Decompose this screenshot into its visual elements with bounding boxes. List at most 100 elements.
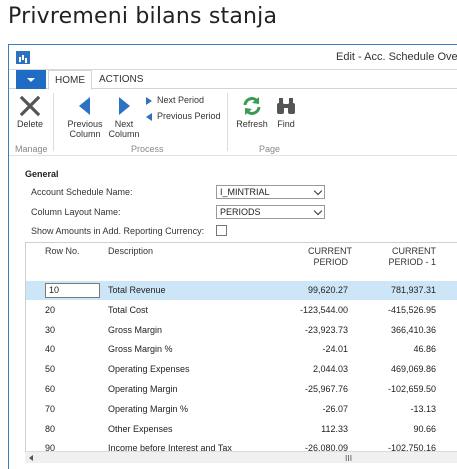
show-amounts-label: Show Amounts in Add. Reporting Currency: bbox=[31, 226, 205, 236]
ribbon-divider bbox=[53, 93, 54, 151]
cell-current-period-1[interactable]: 90.66 bbox=[366, 424, 436, 434]
refresh-icon bbox=[243, 97, 261, 115]
group-label-manage: Manage bbox=[15, 144, 48, 154]
cell-row-no[interactable]: 70 bbox=[45, 404, 55, 414]
table-row[interactable]: 20 Total Cost -123,544.00 -415,526.95 bbox=[26, 301, 457, 320]
header-current-period-line2: PERIOD bbox=[313, 257, 348, 267]
table-row[interactable]: 10 Total Revenue 99,620.27 781,937.31 bbox=[26, 281, 457, 300]
app-icon bbox=[16, 51, 30, 64]
table-row[interactable]: 40 Gross Margin % -24.01 46.86 bbox=[26, 340, 457, 359]
arrow-right-icon bbox=[119, 97, 130, 115]
group-label-page: Page bbox=[259, 144, 281, 154]
content-area: General Account Schedule Name: I_MINTRIA… bbox=[9, 158, 457, 469]
header-current-period-line1: CURRENT bbox=[308, 246, 352, 256]
next-period-label: Next Period bbox=[157, 95, 205, 105]
header-description[interactable]: Description bbox=[108, 246, 153, 257]
cell-description: Operating Margin bbox=[108, 384, 178, 394]
cell-current-period[interactable]: 112.33 bbox=[278, 424, 348, 434]
table-row[interactable]: 80 Other Expenses 112.33 90.66 bbox=[26, 420, 457, 439]
column-layout-name-select[interactable]: PERIODS bbox=[216, 205, 325, 219]
refresh-label: Refresh bbox=[236, 119, 268, 129]
find-label: Find bbox=[277, 119, 295, 129]
grid-header: Row No. Description CURRENT PERIOD CURRE… bbox=[26, 243, 457, 281]
header-row-no[interactable]: Row No. bbox=[45, 246, 80, 257]
window-title: Edit - Acc. Schedule Overview bbox=[336, 51, 457, 63]
chevron-down-icon bbox=[313, 206, 323, 216]
horizontal-scrollbar[interactable]: III bbox=[25, 451, 457, 463]
column-layout-name-label: Column Layout Name: bbox=[31, 207, 121, 217]
account-schedule-name-value: I_MINTRIAL bbox=[220, 187, 270, 197]
scroll-left-icon[interactable] bbox=[29, 455, 33, 461]
cell-row-no[interactable]: 80 bbox=[45, 424, 55, 434]
page-title: Privremeni bilans stanja bbox=[8, 4, 278, 29]
cell-description: Total Cost bbox=[108, 304, 149, 315]
section-general: General bbox=[25, 169, 59, 179]
schedule-grid: Row No. Description CURRENT PERIOD CURRE… bbox=[25, 242, 457, 462]
cell-row-no[interactable]: 40 bbox=[45, 344, 55, 354]
cell-current-period-1[interactable]: 469,069.86 bbox=[366, 364, 436, 374]
cell-description: Total Revenue bbox=[108, 285, 166, 295]
previous-period-label: Previous Period bbox=[157, 111, 221, 121]
header-current-period-1-line1: CURRENT bbox=[392, 246, 436, 256]
cell-current-period-1[interactable]: -102,659.50 bbox=[366, 384, 436, 394]
table-row[interactable]: 70 Operating Margin % -26.07 -13.13 bbox=[26, 400, 457, 419]
cell-row-no[interactable]: 10 bbox=[45, 283, 100, 298]
tab-home[interactable]: HOME bbox=[48, 70, 92, 90]
previous-column-button[interactable]: Previous Column bbox=[65, 95, 105, 139]
chevron-down-icon bbox=[313, 186, 323, 196]
cell-row-no[interactable]: 60 bbox=[45, 384, 55, 394]
cell-current-period-1[interactable]: -415,526.95 bbox=[366, 305, 436, 315]
page: Privremeni bilans stanja Edit - Acc. Sch… bbox=[0, 0, 457, 469]
cell-description: Other Expenses bbox=[108, 423, 173, 434]
previous-column-label: Previous Column bbox=[67, 119, 103, 139]
small-arrow-right-icon bbox=[146, 96, 152, 105]
cell-current-period-1[interactable]: 366,410.36 bbox=[366, 325, 436, 335]
scroll-thumb[interactable]: III bbox=[345, 454, 352, 463]
show-amounts-checkbox[interactable] bbox=[216, 225, 227, 236]
column-layout-name-value: PERIODS bbox=[220, 207, 261, 217]
header-current-period[interactable]: CURRENT PERIOD bbox=[308, 246, 352, 268]
small-arrow-left-icon bbox=[146, 112, 152, 121]
cell-current-period-1[interactable]: -13.13 bbox=[366, 404, 436, 414]
previous-period-button[interactable]: Previous Period bbox=[146, 111, 221, 121]
next-column-label: Next Column bbox=[108, 119, 140, 139]
title-bar: Edit - Acc. Schedule Overview bbox=[9, 45, 457, 70]
delete-button[interactable]: Delete bbox=[15, 95, 45, 129]
delete-icon bbox=[19, 95, 41, 117]
next-column-button[interactable]: Next Column bbox=[107, 95, 141, 139]
table-row[interactable]: 50 Operating Expenses 2,044.03 469,069.86 bbox=[26, 360, 457, 379]
cell-row-no[interactable]: 50 bbox=[45, 364, 55, 374]
header-current-period-1[interactable]: CURRENT PERIOD - 1 bbox=[376, 246, 436, 268]
cell-row-no[interactable]: 20 bbox=[45, 305, 55, 315]
binoculars-icon bbox=[277, 98, 295, 114]
cell-current-period[interactable]: -25,967.76 bbox=[278, 384, 348, 394]
cell-description: Gross Margin bbox=[108, 324, 163, 335]
cell-current-period[interactable]: -123,544.00 bbox=[278, 305, 348, 315]
ribbon-divider bbox=[227, 93, 228, 151]
cell-description: Gross Margin % bbox=[108, 344, 173, 355]
cell-current-period[interactable]: 99,620.27 bbox=[278, 285, 348, 295]
find-button[interactable]: Find bbox=[273, 95, 299, 129]
group-label-process: Process bbox=[131, 144, 164, 154]
table-row[interactable]: 60 Operating Margin -25,967.76 -102,659.50 bbox=[26, 380, 457, 399]
table-row[interactable]: 30 Gross Margin -23,923.73 366,410.36 bbox=[26, 321, 457, 340]
cell-current-period[interactable]: 2,044.03 bbox=[278, 364, 348, 374]
cell-current-period[interactable]: -26.07 bbox=[278, 404, 348, 414]
arrow-left-icon bbox=[79, 97, 90, 115]
cell-description: Operating Expenses bbox=[108, 364, 190, 375]
tab-actions[interactable]: ACTIONS bbox=[93, 70, 149, 90]
refresh-button[interactable]: Refresh bbox=[235, 95, 269, 129]
header-current-period-1-line2: PERIOD - 1 bbox=[388, 257, 436, 267]
app-window: Edit - Acc. Schedule Overview HOME ACTIO… bbox=[8, 44, 457, 469]
next-period-button[interactable]: Next Period bbox=[146, 95, 204, 105]
ribbon: Delete Manage Previous Column Next Colum… bbox=[9, 89, 457, 156]
app-menu-button[interactable] bbox=[16, 70, 46, 89]
ribbon-tabs: HOME ACTIONS bbox=[9, 70, 457, 90]
cell-row-no[interactable]: 30 bbox=[45, 325, 55, 335]
cell-current-period-1[interactable]: 781,937.31 bbox=[366, 285, 436, 295]
delete-label: Delete bbox=[16, 119, 43, 129]
cell-current-period[interactable]: -23,923.73 bbox=[278, 325, 348, 335]
account-schedule-name-select[interactable]: I_MINTRIAL bbox=[216, 185, 325, 199]
cell-current-period[interactable]: -24.01 bbox=[278, 344, 348, 354]
cell-current-period-1[interactable]: 46.86 bbox=[366, 344, 436, 354]
